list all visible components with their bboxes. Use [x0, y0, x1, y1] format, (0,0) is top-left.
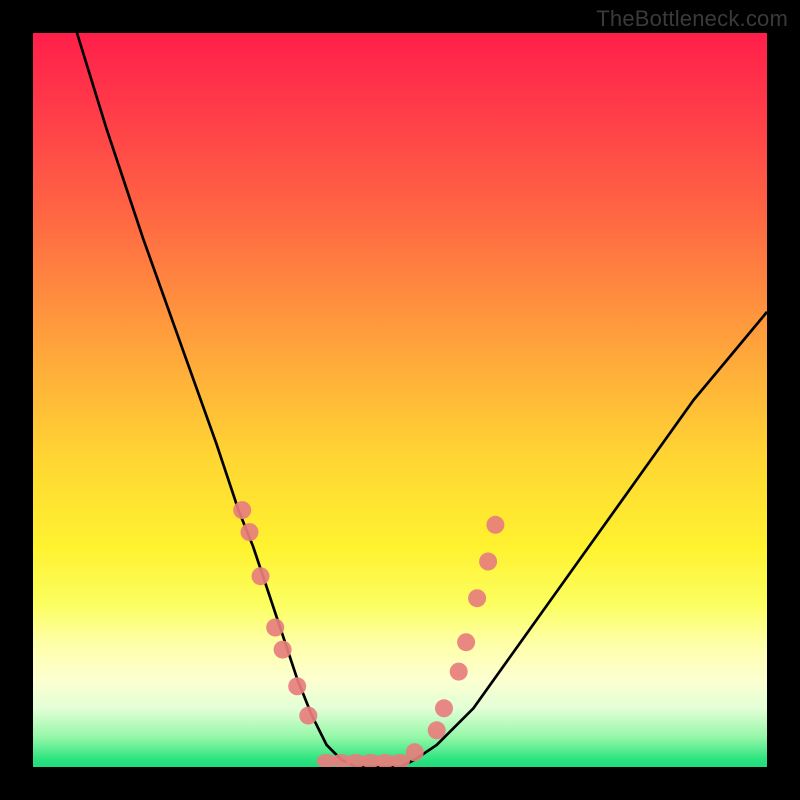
marker-dot [486, 516, 504, 534]
marker-dot [233, 501, 251, 519]
watermark-text: TheBottleneck.com [596, 6, 788, 32]
marker-dot [428, 721, 446, 739]
marker-dot [299, 707, 317, 725]
marker-dot [252, 567, 270, 585]
plot-area [33, 33, 767, 767]
curve-svg [33, 33, 767, 767]
marker-dot [288, 677, 306, 695]
chart-container: TheBottleneck.com [0, 0, 800, 800]
marker-dot [241, 523, 259, 541]
bottleneck-curve [77, 33, 767, 767]
marker-dot [435, 699, 453, 717]
marker-dot [450, 663, 468, 681]
marker-dot [274, 641, 292, 659]
marker-dot [266, 619, 284, 637]
marker-dots [233, 501, 504, 767]
marker-dot [479, 553, 497, 571]
marker-dot [468, 589, 486, 607]
marker-dot [457, 633, 475, 651]
